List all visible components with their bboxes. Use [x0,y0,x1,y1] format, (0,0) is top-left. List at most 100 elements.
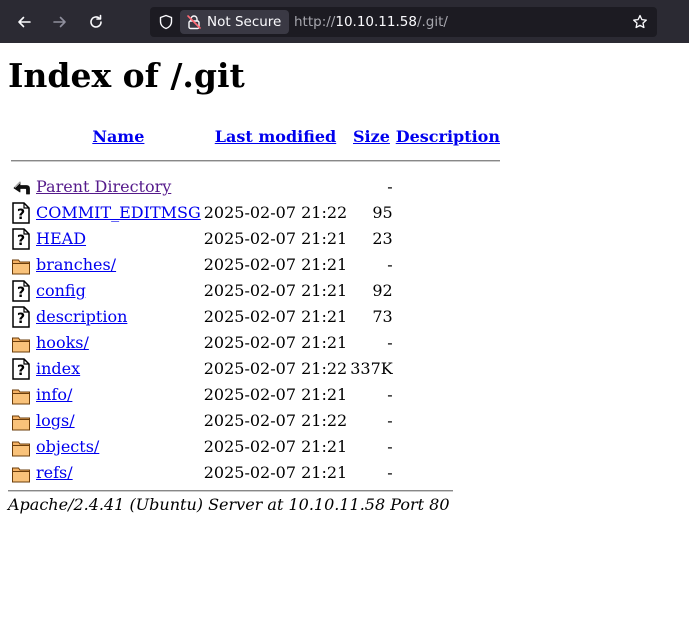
sort-by-last-modified-link[interactable]: Last modified [215,127,336,146]
forward-button[interactable] [47,9,73,35]
reload-button[interactable] [83,9,109,35]
last-modified-cell: 2025-02-07 21:21 [203,307,348,327]
last-modified-cell: 2025-02-07 21:21 [203,385,348,405]
size-cell: - [387,411,393,431]
description-cell [396,278,500,304]
entry-link[interactable]: config [36,281,86,300]
last-modified-cell: 2025-02-07 21:21 [203,333,348,353]
unknown-file-icon: ? [11,226,33,252]
table-row: logs/ 2025-02-07 21:22 - [11,408,500,434]
sort-by-size-link[interactable]: Size [353,127,390,146]
table-row: ? config 2025-02-07 21:21 92 [11,278,500,304]
folder-icon [11,434,33,460]
description-cell [396,226,500,252]
url-text[interactable]: http://10.10.11.58/.git/ [294,14,448,30]
size-cell: 95 [372,203,393,223]
last-modified-cell: 2025-02-07 21:21 [203,281,348,301]
table-row: info/ 2025-02-07 21:21 - [11,382,500,408]
sort-by-description-link[interactable]: Description [396,127,500,146]
entry-link[interactable]: logs/ [36,411,75,430]
size-cell: - [387,437,393,457]
svg-text:?: ? [17,207,25,223]
last-modified-cell: 2025-02-07 21:21 [203,437,348,457]
browser-toolbar: Not Secure http://10.10.11.58/.git/ [0,0,689,43]
size-cell: - [387,385,393,405]
description-cell [396,330,500,356]
unknown-file-icon: ? [11,356,33,382]
reload-icon [90,14,102,28]
table-row: ? HEAD 2025-02-07 21:21 23 [11,226,500,252]
folder-icon [11,330,33,356]
site-security-indicator[interactable]: Not Secure [180,10,290,34]
description-cell [396,200,500,226]
size-cell: - [387,333,393,353]
sort-by-name-link[interactable]: Name [92,127,144,146]
size-cell: - [387,463,393,483]
description-cell [396,434,500,460]
footer-divider [8,489,453,492]
security-label: Not Secure [207,14,282,30]
entry-link[interactable]: branches/ [36,255,116,274]
svg-text:?: ? [17,233,25,249]
table-row: branches/ 2025-02-07 21:21 - [11,252,500,278]
last-modified-cell: 2025-02-07 21:22 [203,359,348,379]
url-path: /.git/ [416,14,448,30]
last-modified-cell: 2025-02-07 21:21 [203,463,348,483]
description-cell [396,408,500,434]
size-cell: - [387,255,393,275]
bookmark-star-icon[interactable] [632,14,648,30]
description-cell [396,356,500,382]
table-row: refs/ 2025-02-07 21:21 - [11,460,500,486]
table-header-row: Name Last modified Size Description [11,126,500,148]
icon-column-header [11,126,33,148]
table-row: ? index 2025-02-07 21:22 337K [11,356,500,382]
address-bar[interactable]: Not Secure http://10.10.11.58/.git/ [150,7,657,37]
server-signature: Apache/2.4.41 (Ubuntu) Server at 10.10.1… [8,494,450,514]
parent-directory-link[interactable]: Parent Directory [36,177,171,196]
last-modified-cell: 2025-02-07 21:22 [203,411,348,431]
table-row: ? description 2025-02-07 21:21 73 [11,304,500,330]
back-button[interactable] [11,9,37,35]
last-modified-cell: 2025-02-07 21:22 [203,203,348,223]
header-divider [11,159,500,162]
last-modified-cell: 2025-02-07 21:21 [203,255,348,275]
entry-link[interactable]: description [36,307,127,326]
svg-text:?: ? [17,285,25,301]
folder-icon [11,460,33,486]
description-column-header: Description [396,126,500,148]
insecure-lock-icon [187,15,201,30]
unknown-file-icon: ? [11,304,33,330]
folder-icon [11,252,33,278]
parent-directory-row: Parent Directory - [11,174,500,200]
unknown-file-icon: ? [11,200,33,226]
table-row: ? COMMIT_EDITMSG 2025-02-07 21:22 95 [11,200,500,226]
page-title: Index of /.git [8,56,245,95]
size-cell: 23 [372,229,393,249]
folder-icon [11,382,33,408]
entry-link[interactable]: objects/ [36,437,99,456]
last-modified-column-header: Last modified [204,126,347,148]
entry-link[interactable]: info/ [36,385,72,404]
back-arrow-icon [11,174,33,200]
size-cell: 92 [372,281,393,301]
svg-text:?: ? [17,311,25,327]
entry-link[interactable]: index [36,359,80,378]
size-column-header: Size [350,126,393,148]
arrow-right-icon [53,16,66,28]
entry-link[interactable]: HEAD [36,229,86,248]
last-modified-cell: 2025-02-07 21:21 [203,229,348,249]
description-cell [396,304,500,330]
directory-listing-table: Name Last modified Size Description Pare… [8,126,503,486]
url-scheme: http:// [294,14,336,30]
table-row: hooks/ 2025-02-07 21:21 - [11,330,500,356]
description-cell [396,460,500,486]
entry-link[interactable]: refs/ [36,463,73,482]
entry-link[interactable]: COMMIT_EDITMSG [36,203,201,222]
url-host: 10.10.11.58 [335,14,417,30]
size-cell: 337K [350,359,393,379]
page-content: Index of /.git Name Last modified Size D… [0,56,689,514]
tracking-protection-shield-icon[interactable] [158,14,174,30]
entry-link[interactable]: hooks/ [36,333,89,352]
size-cell: 73 [372,307,393,327]
name-column-header: Name [36,126,201,148]
